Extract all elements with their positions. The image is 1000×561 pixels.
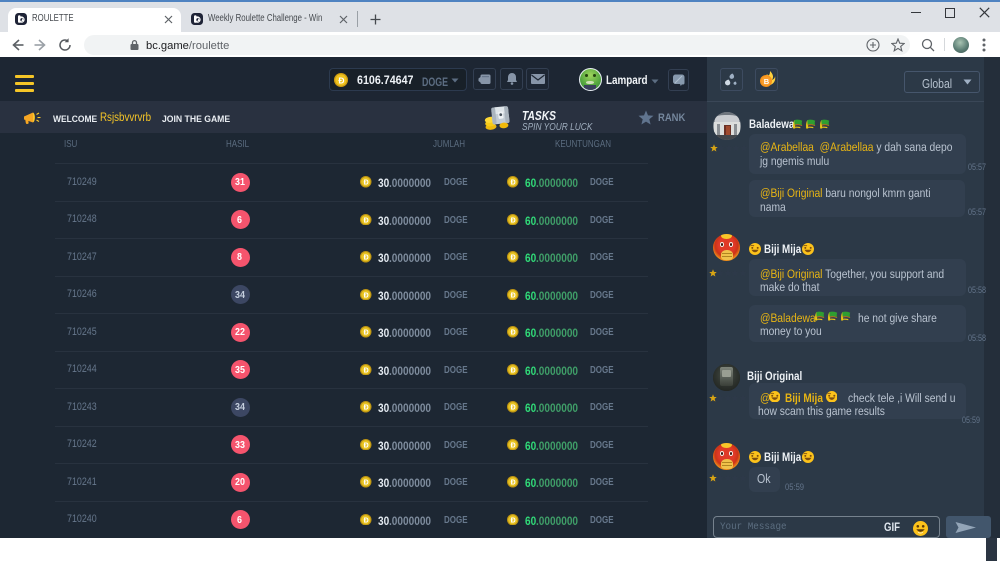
svg-text:Đ: Đ [364, 292, 369, 299]
svg-text:Đ: Đ [511, 292, 516, 299]
svg-text:Đ: Đ [364, 517, 369, 524]
svg-text:Đ: Đ [364, 442, 369, 449]
svg-text:Đ: Đ [511, 180, 516, 187]
svg-text:B: B [763, 77, 769, 86]
svg-text:Đ: Đ [364, 480, 369, 487]
svg-text:Đ: Đ [511, 405, 516, 412]
svg-text:Đ: Đ [364, 180, 369, 187]
svg-text:Đ: Đ [338, 75, 344, 85]
svg-text:Đ: Đ [511, 217, 516, 224]
svg-text:Đ: Đ [364, 367, 369, 374]
svg-text:Đ: Đ [511, 330, 516, 337]
svg-text:Đ: Đ [511, 442, 516, 449]
svg-text:Đ: Đ [511, 255, 516, 262]
svg-text:Đ: Đ [364, 405, 369, 412]
svg-text:Đ: Đ [364, 330, 369, 337]
svg-text:Đ: Đ [364, 255, 369, 262]
svg-text:Đ: Đ [511, 367, 516, 374]
svg-text:Đ: Đ [364, 217, 369, 224]
svg-text:Đ: Đ [511, 480, 516, 487]
svg-text:Đ: Đ [511, 517, 516, 524]
